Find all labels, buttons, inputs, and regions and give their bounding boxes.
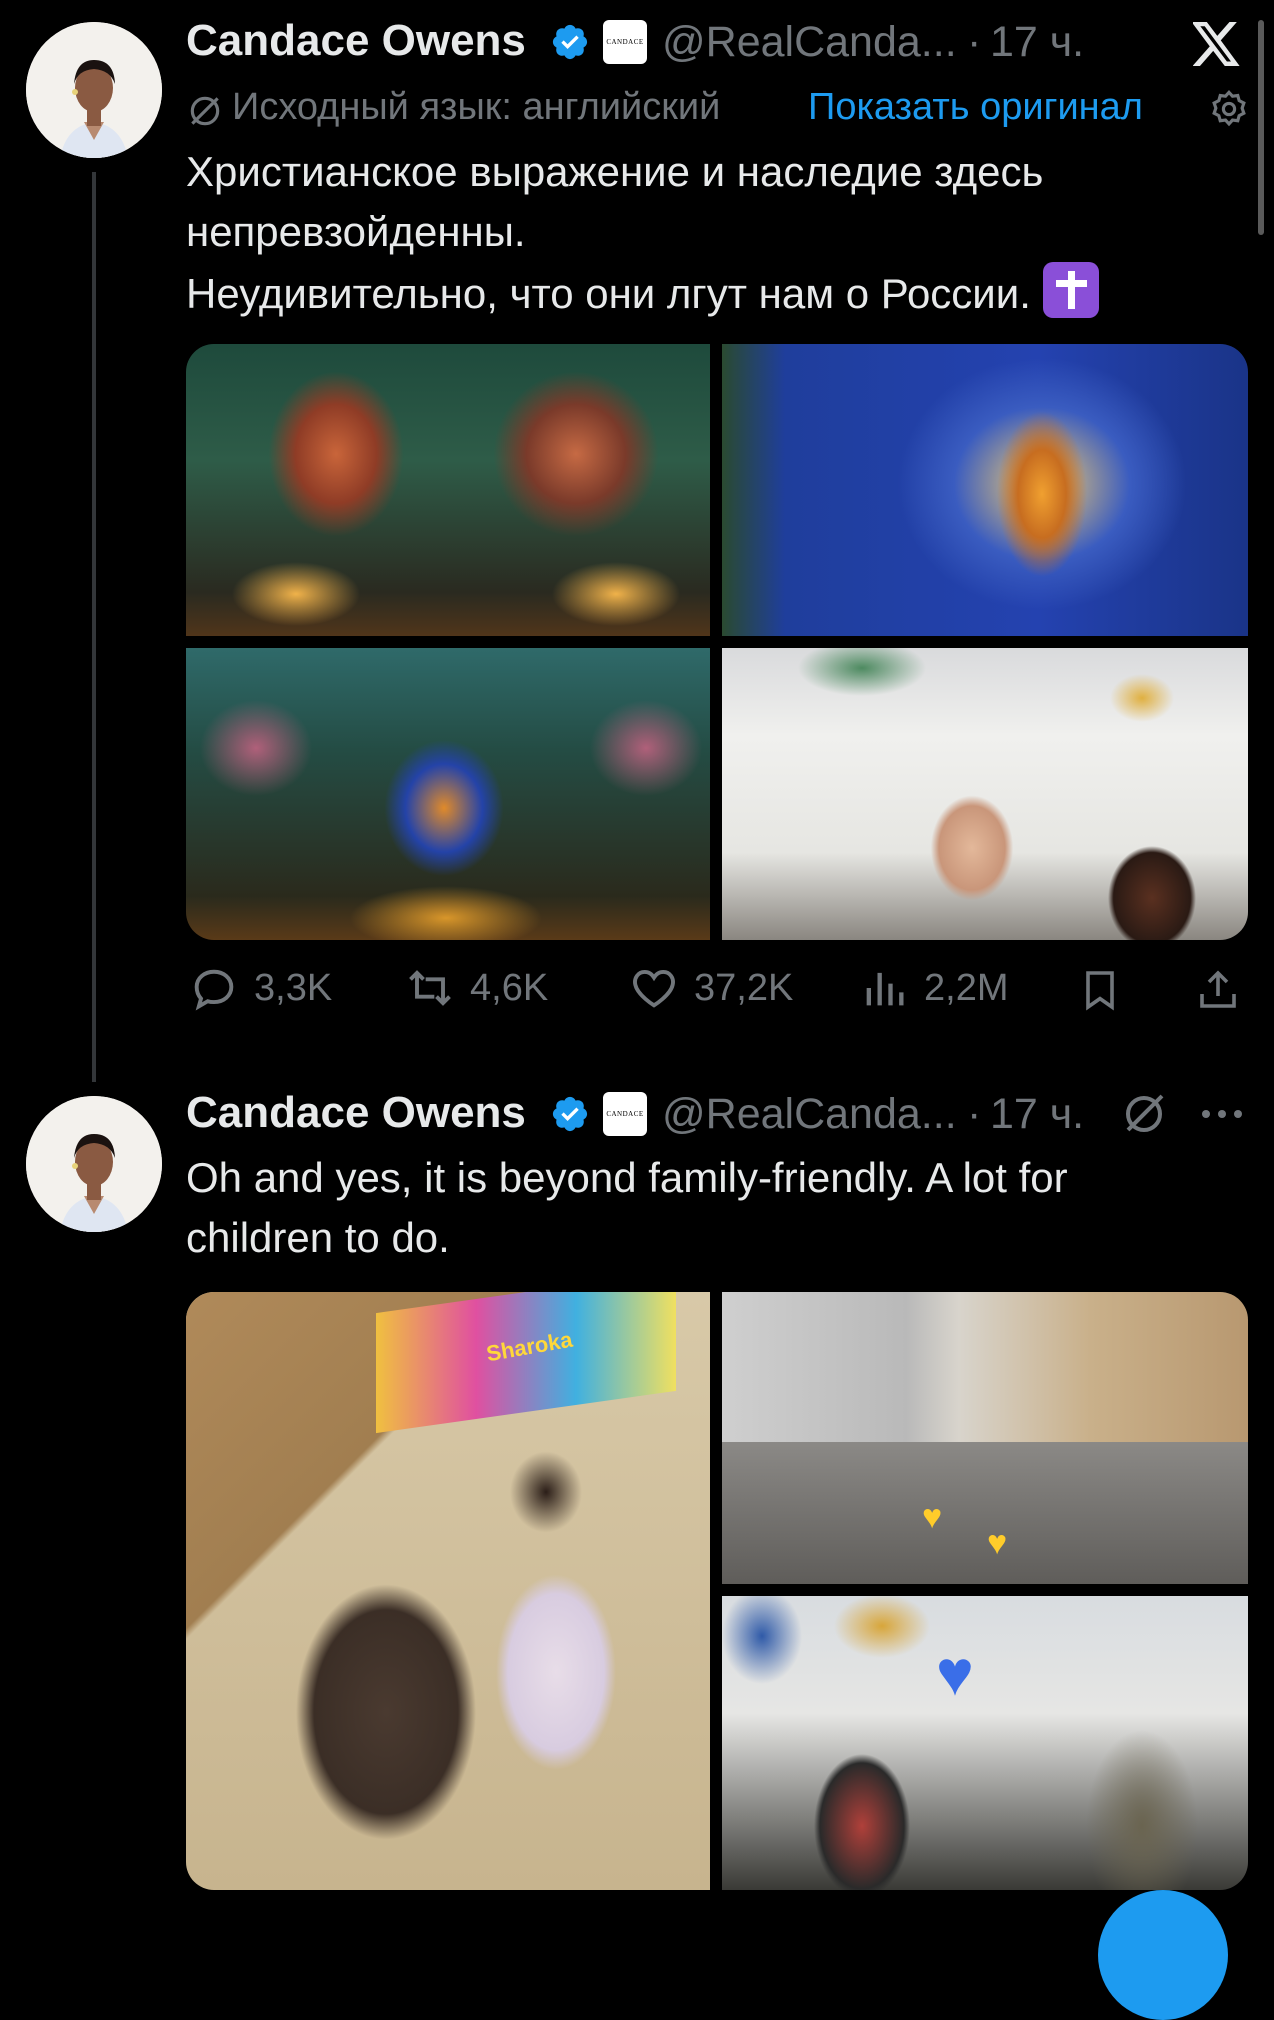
more-dots-icon[interactable] xyxy=(1198,1098,1246,1130)
affiliate-badge[interactable]: CANDACE xyxy=(603,1092,647,1136)
reply-icon xyxy=(194,969,234,1011)
translate-slash-icon[interactable] xyxy=(1120,1090,1168,1138)
tweet-text-line: непревзойденны. xyxy=(186,208,526,255)
yellow-heart-emoji: ♥ xyxy=(922,1498,943,1536)
avatar[interactable] xyxy=(26,1096,162,1232)
photo-cathedral-nave[interactable] xyxy=(186,648,710,940)
separator: · xyxy=(967,18,982,66)
repost-button[interactable]: 4,6K xyxy=(404,962,548,1014)
compose-button[interactable] xyxy=(1098,1890,1228,2020)
photo-lavra-group[interactable]: ♥ xyxy=(722,1596,1248,1890)
timestamp[interactable]: 17 ч. xyxy=(990,18,1084,67)
bookmark-icon[interactable] xyxy=(1076,966,1124,1014)
avatar[interactable] xyxy=(26,22,162,158)
photo-monastery-selfie[interactable] xyxy=(722,648,1248,940)
repost-icon xyxy=(409,970,451,1006)
photo-cathedral-interior[interactable] xyxy=(186,344,710,636)
photo-moscow-street[interactable]: ♥ ♥ xyxy=(722,1292,1248,1584)
translation-note: Исходный язык: английский xyxy=(232,86,721,128)
share-icon[interactable] xyxy=(1194,966,1242,1014)
media-grid xyxy=(186,344,1248,940)
affiliate-badge[interactable]: CANDACE xyxy=(603,20,647,64)
media-grid: Sharoka ♥ ♥ ♥ xyxy=(186,1292,1248,1890)
blue-heart-emoji: ♥ xyxy=(936,1637,974,1709)
heart-icon xyxy=(633,970,675,1008)
views-icon xyxy=(866,972,904,1006)
author-name[interactable]: Candace Owens xyxy=(186,16,526,66)
reply-count: 3,3K xyxy=(254,966,333,1009)
like-button[interactable]: 37,2K xyxy=(628,962,793,1014)
translate-slash-icon xyxy=(190,96,220,126)
tweet-text-line: Христианское выражение и наследие здесь xyxy=(186,148,1044,195)
repost-count: 4,6K xyxy=(470,966,549,1009)
verified-badge-icon xyxy=(552,1096,588,1132)
photo-child-with-bear[interactable]: Sharoka xyxy=(186,1292,710,1890)
verified-badge-icon xyxy=(552,24,588,60)
yellow-heart-emoji: ♥ xyxy=(987,1524,1008,1562)
separator: · xyxy=(967,1090,982,1138)
arcade-machine xyxy=(376,1292,676,1434)
photo-dome-mosaic[interactable] xyxy=(722,344,1248,636)
views-button[interactable]: 2,2M xyxy=(858,962,1008,1014)
timestamp[interactable]: 17 ч. xyxy=(990,1090,1084,1139)
x-logo-icon[interactable] xyxy=(1193,22,1241,66)
reply-button[interactable]: 3,3K xyxy=(188,962,332,1014)
author-handle[interactable]: @RealCanda... xyxy=(662,1090,957,1139)
scrollbar[interactable] xyxy=(1258,20,1264,235)
street-ground xyxy=(722,1442,1248,1584)
tweet-text-span: Неудивительно, что они лгут нам о России… xyxy=(186,270,1031,317)
gear-icon[interactable] xyxy=(1208,88,1250,130)
author-name[interactable]: Candace Owens xyxy=(186,1088,526,1138)
like-count: 37,2K xyxy=(694,966,794,1009)
latin-cross-emoji xyxy=(1042,262,1099,318)
tweet-text-line: Oh and yes, it is beyond family-friendly… xyxy=(186,1154,1068,1201)
show-original-link[interactable]: Показать оригинал xyxy=(808,86,1143,129)
author-handle[interactable]: @RealCanda... xyxy=(662,18,957,67)
tweet-text-line: Неудивительно, что они лгут нам о России… xyxy=(186,262,1099,324)
thread-line xyxy=(92,172,96,1082)
views-count: 2,2M xyxy=(924,966,1009,1009)
tweet-text-line: children to do. xyxy=(186,1214,450,1261)
